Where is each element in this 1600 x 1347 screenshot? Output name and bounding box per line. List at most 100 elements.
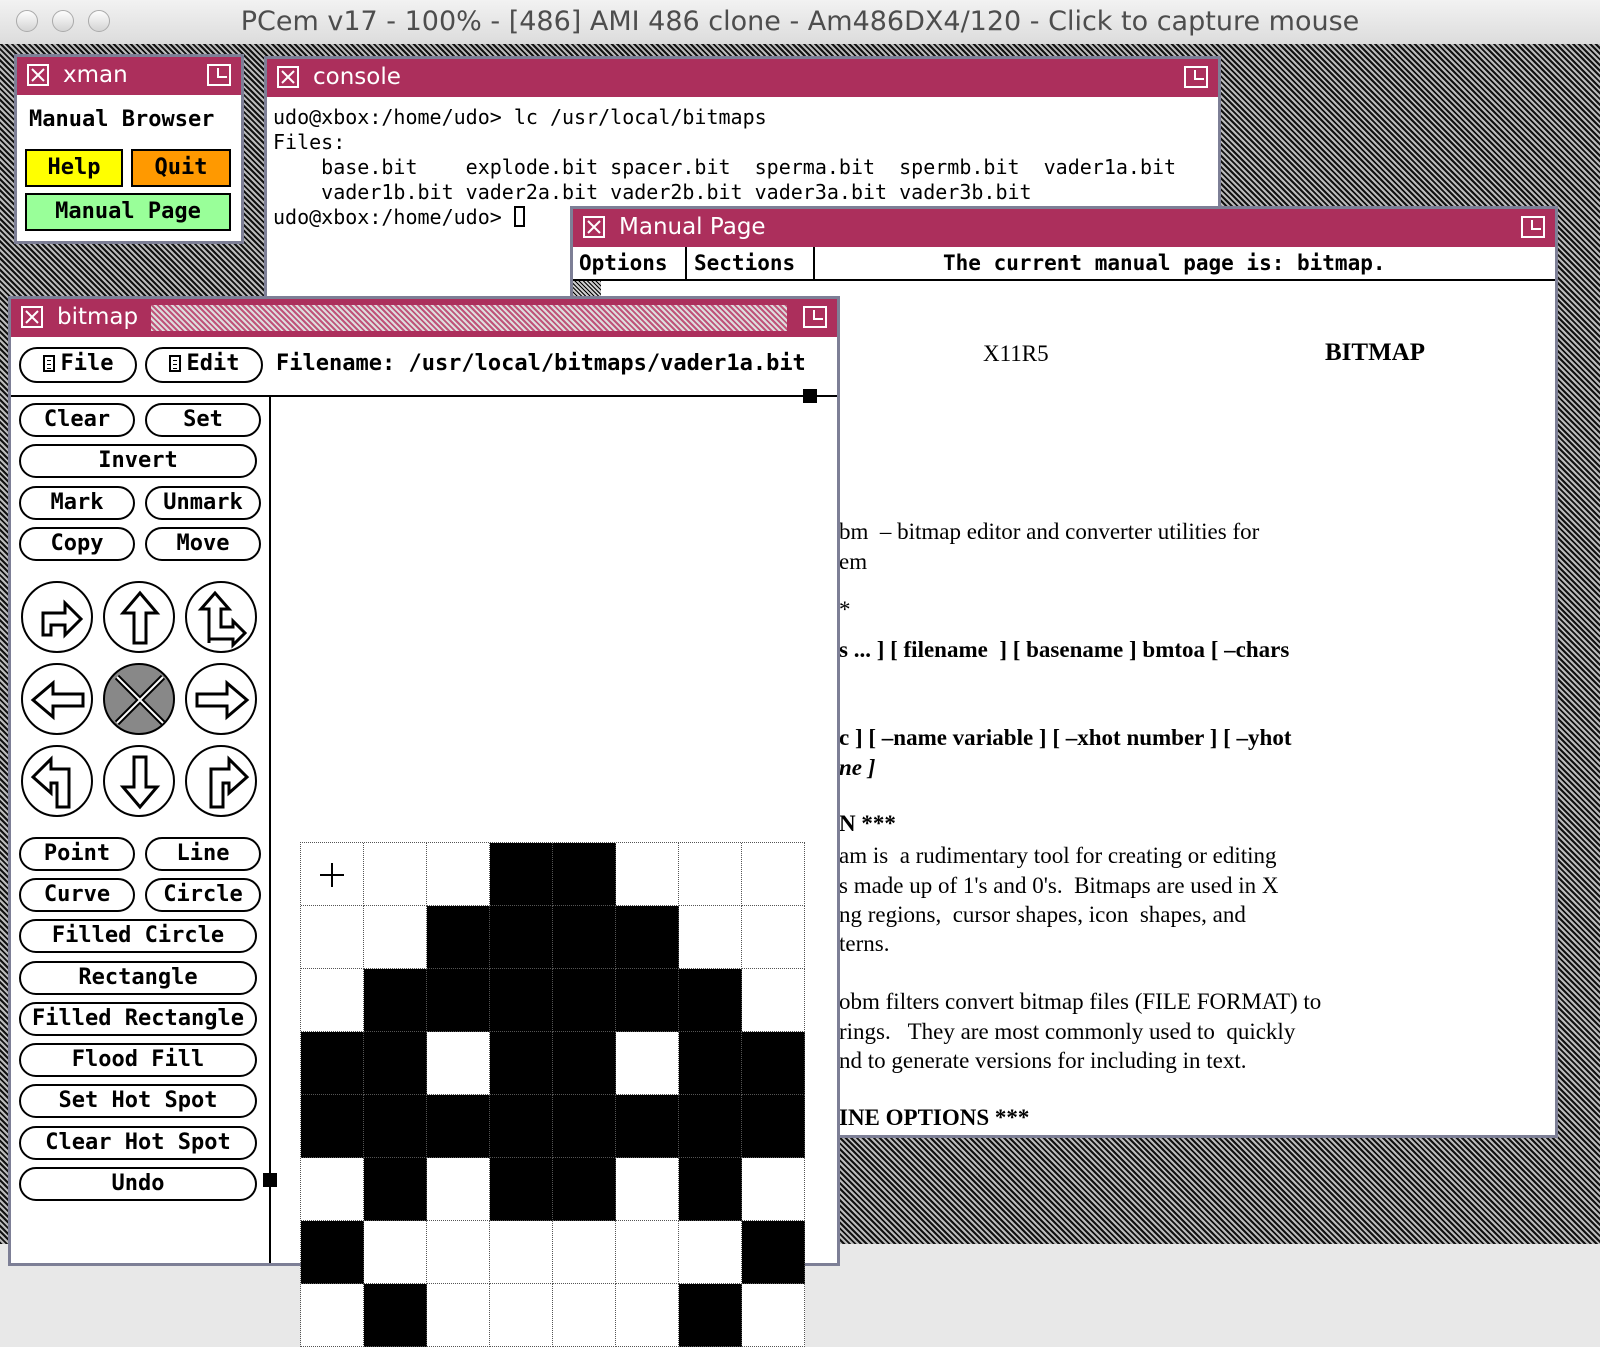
bitmap-cell[interactable] (364, 843, 427, 906)
bitmap-cell[interactable] (742, 843, 805, 906)
bitmap-cell[interactable] (553, 1284, 616, 1347)
x-logo-icon[interactable] (277, 66, 299, 88)
bitmap-cell[interactable] (427, 843, 490, 906)
bitmap-cell[interactable] (301, 969, 364, 1032)
left-arrow-icon[interactable] (21, 663, 93, 735)
bitmap-cell[interactable] (616, 1158, 679, 1221)
bitmap-cell[interactable] (553, 1221, 616, 1284)
undo-button[interactable]: Undo (19, 1167, 257, 1201)
help-button[interactable]: Help (25, 149, 123, 187)
bitmap-cell[interactable] (679, 969, 742, 1032)
curve-button[interactable]: Curve (19, 878, 135, 912)
bitmap-cell[interactable] (742, 1158, 805, 1221)
sections-menu[interactable]: Sections (694, 251, 795, 275)
bitmap-cell[interactable] (679, 1284, 742, 1347)
clear-button[interactable]: Clear (19, 403, 135, 437)
bitmap-cell[interactable] (742, 1221, 805, 1284)
resize-handle[interactable] (803, 389, 817, 403)
bitmap-cell[interactable] (301, 1095, 364, 1158)
move-button[interactable]: Move (145, 527, 261, 561)
bitmap-cell[interactable] (616, 1032, 679, 1095)
clear-hot-spot-button[interactable]: Clear Hot Spot (19, 1126, 257, 1160)
bitmap-cell[interactable] (679, 906, 742, 969)
unmark-button[interactable]: Unmark (145, 486, 261, 520)
bitmap-cell[interactable] (616, 906, 679, 969)
fold-icon[interactable] (103, 663, 175, 735)
xman-titlebar[interactable]: xman (17, 57, 241, 95)
set-button[interactable]: Set (145, 403, 261, 437)
copy-button[interactable]: Copy (19, 527, 135, 561)
bitmap-cell[interactable] (427, 1158, 490, 1221)
right-arrow-icon[interactable] (185, 663, 257, 735)
bitmap-cell[interactable] (553, 1158, 616, 1221)
x11-desktop[interactable]: xman Manual Browser Help Quit Manual Pag… (0, 44, 1600, 1347)
maximize-icon[interactable] (803, 306, 827, 328)
bitmap-cell[interactable] (364, 1032, 427, 1095)
bitmap-cell[interactable] (301, 1284, 364, 1347)
bitmap-cell[interactable] (616, 1284, 679, 1347)
bitmap-cell[interactable] (301, 843, 364, 906)
bitmap-cell[interactable] (742, 1284, 805, 1347)
bitmap-cell[interactable] (553, 906, 616, 969)
bitmap-cell[interactable] (301, 1221, 364, 1284)
bitmap-cell[interactable] (364, 1221, 427, 1284)
circle-button[interactable]: Circle (145, 878, 261, 912)
bitmap-cell[interactable] (427, 1032, 490, 1095)
x-logo-icon[interactable] (21, 306, 43, 328)
bitmap-cell[interactable] (301, 1158, 364, 1221)
options-menu[interactable]: Options (579, 251, 668, 275)
edit-menu-button[interactable]: Edit (145, 347, 263, 383)
bitmap-cell[interactable] (616, 843, 679, 906)
bitmap-cell[interactable] (490, 843, 553, 906)
rotate-right-icon[interactable] (185, 745, 257, 817)
bitmap-cell[interactable] (616, 1221, 679, 1284)
bitmap-cell[interactable] (679, 1095, 742, 1158)
x-logo-icon[interactable] (27, 64, 49, 86)
down-arrow-icon[interactable] (103, 745, 175, 817)
bitmap-cell[interactable] (742, 1032, 805, 1095)
bitmap-cell[interactable] (553, 1095, 616, 1158)
bitmap-cell[interactable] (490, 1158, 553, 1221)
bitmap-cell[interactable] (742, 906, 805, 969)
bitmap-cell[interactable] (742, 1095, 805, 1158)
bitmap-cell[interactable] (364, 1158, 427, 1221)
bitmap-titlebar[interactable]: bitmap (11, 299, 837, 337)
bitmap-cell[interactable] (742, 969, 805, 1032)
bitmap-cell[interactable] (490, 1284, 553, 1347)
bitmap-cell[interactable] (364, 906, 427, 969)
maximize-icon[interactable] (1521, 216, 1545, 238)
bitmap-cell[interactable] (427, 906, 490, 969)
rectangle-button[interactable]: Rectangle (19, 961, 257, 995)
line-button[interactable]: Line (145, 837, 261, 871)
bitmap-cell[interactable] (427, 1284, 490, 1347)
bitmap-cell[interactable] (679, 1158, 742, 1221)
rotate-icon[interactable] (185, 581, 257, 653)
maximize-icon[interactable] (1184, 66, 1208, 88)
bitmap-cell[interactable] (679, 843, 742, 906)
bitmap-cell[interactable] (616, 969, 679, 1032)
bitmap-cell[interactable] (301, 1032, 364, 1095)
bitmap-cell[interactable] (427, 1095, 490, 1158)
bitmap-cell[interactable] (490, 1095, 553, 1158)
flip-horizontal-icon[interactable] (21, 581, 93, 653)
bitmap-cell[interactable] (490, 969, 553, 1032)
bitmap-grid[interactable] (300, 842, 805, 1347)
bitmap-cell[interactable] (364, 1284, 427, 1347)
resize-handle[interactable] (263, 1173, 277, 1187)
flood-fill-button[interactable]: Flood Fill (19, 1043, 257, 1077)
x-logo-icon[interactable] (583, 216, 605, 238)
file-menu-button[interactable]: File (19, 347, 137, 383)
bitmap-cell[interactable] (490, 1032, 553, 1095)
filled-circle-button[interactable]: Filled Circle (19, 919, 257, 953)
bitmap-cell[interactable] (364, 1095, 427, 1158)
quit-button[interactable]: Quit (131, 149, 231, 187)
invert-button[interactable]: Invert (19, 444, 257, 478)
bitmap-cell[interactable] (616, 1095, 679, 1158)
bitmap-cell[interactable] (553, 969, 616, 1032)
rotate-left-icon[interactable] (21, 745, 93, 817)
bitmap-cell[interactable] (490, 906, 553, 969)
manual-page-button[interactable]: Manual Page (25, 193, 231, 231)
bitmap-cell[interactable] (490, 1221, 553, 1284)
point-button[interactable]: Point (19, 837, 135, 871)
up-arrow-icon[interactable] (103, 581, 175, 653)
